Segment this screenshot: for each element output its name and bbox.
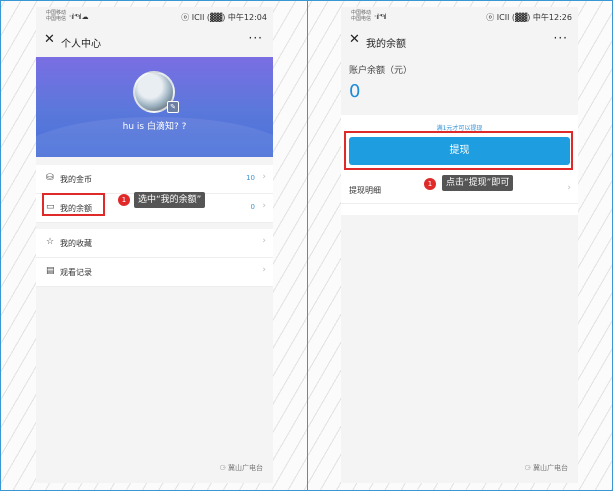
title-bar: ✕ 我的余额 ··· bbox=[341, 27, 578, 57]
page-title: 我的余额 bbox=[366, 39, 406, 50]
signal-icon: ᛫ıl ⁴ᴳıl bbox=[373, 13, 386, 21]
carrier-bottom: 中国电信 bbox=[351, 16, 372, 22]
more-icon[interactable]: ··· bbox=[554, 31, 568, 45]
watermark: ⚆ 冀山广电台 bbox=[524, 464, 568, 472]
watermark: ⚆ 冀山广电台 bbox=[219, 464, 263, 472]
signal-icon: ᛫ıl ⁴ᴳıl ☁ bbox=[68, 13, 89, 21]
highlight-box-balance bbox=[42, 193, 105, 216]
chevron-right-icon: › bbox=[567, 183, 571, 193]
phone-screen-profile: 中国移动 中国电信 ᛫ıl ⁴ᴳıl ☁ ⓞ ICIl (▓▓) 中午12:04… bbox=[36, 7, 273, 483]
edit-avatar-icon[interactable]: ✎ bbox=[167, 101, 179, 113]
page-title: 个人中心 bbox=[61, 39, 101, 50]
balance-panel: 账户余额（元） 0 bbox=[341, 57, 578, 117]
menu-item-label: 我的金币 bbox=[60, 175, 92, 184]
menu-item-label: 我的收藏 bbox=[60, 239, 92, 248]
balance-value: 0 bbox=[349, 81, 361, 102]
menu-item-favorites[interactable]: ☆ 我的收藏 › bbox=[36, 229, 273, 258]
star-icon: ☆ bbox=[46, 237, 55, 247]
instruction-tooltip: 选中“我的余额” bbox=[134, 192, 206, 208]
step-badge: 1 bbox=[118, 194, 130, 206]
chevron-right-icon: › bbox=[262, 201, 266, 211]
tutorial-canvas: 中国移动 中国电信 ᛫ıl ⁴ᴳıl ☁ ⓞ ICIl (▓▓) 中午12:04… bbox=[0, 0, 613, 491]
close-icon[interactable]: ✕ bbox=[44, 33, 55, 47]
more-icon[interactable]: ··· bbox=[249, 31, 263, 45]
menu-item-coins[interactable]: ⛁ 我的金币 10 › bbox=[36, 165, 273, 194]
highlight-box-withdraw bbox=[344, 131, 573, 170]
menu-group-history: ☆ 我的收藏 › ▤ 观看记录 › bbox=[36, 229, 273, 287]
carrier-bottom: 中国电信 bbox=[46, 16, 67, 22]
chevron-right-icon: › bbox=[262, 265, 266, 275]
menu-item-value: 0 bbox=[250, 203, 255, 211]
carrier-labels: 中国移动 中国电信 bbox=[351, 10, 371, 22]
username: hu is 白滴知? ? bbox=[122, 122, 187, 132]
status-right: ⓞ ICIl (▓▓) 中午12:04 bbox=[181, 13, 267, 22]
balance-label: 账户余额（元） bbox=[349, 66, 413, 76]
status-right: ⓞ ICIl (▓▓) 中午12:26 bbox=[486, 13, 572, 22]
phone-screen-balance: 中国移动 中国电信 ᛫ıl ⁴ᴳıl ⓞ ICIl (▓▓) 中午12:26 ✕… bbox=[341, 7, 578, 483]
menu-item-watch-history[interactable]: ▤ 观看记录 › bbox=[36, 258, 273, 287]
coins-icon: ⛁ bbox=[46, 173, 54, 183]
status-bar: 中国移动 中国电信 ᛫ıl ⁴ᴳıl ☁ ⓞ ICIl (▓▓) 中午12:04 bbox=[36, 7, 273, 27]
title-bar: ✕ 个人中心 ··· bbox=[36, 27, 273, 57]
history-icon: ▤ bbox=[46, 266, 55, 276]
withdraw-details-label: 提现明细 bbox=[349, 186, 381, 195]
menu-item-label: 观看记录 bbox=[60, 268, 92, 277]
menu-item-value: 10 bbox=[246, 174, 255, 182]
chevron-right-icon: › bbox=[262, 236, 266, 246]
instruction-tooltip: 点击“提现”即可 bbox=[442, 175, 514, 191]
panel-divider bbox=[307, 1, 308, 490]
profile-banner: ✎ hu is 白滴知? ? bbox=[36, 57, 273, 157]
step-badge: 1 bbox=[424, 178, 436, 190]
carrier-labels: 中国移动 中国电信 bbox=[46, 10, 66, 22]
close-icon[interactable]: ✕ bbox=[349, 33, 360, 47]
status-bar: 中国移动 中国电信 ᛫ıl ⁴ᴳıl ⓞ ICIl (▓▓) 中午12:26 bbox=[341, 7, 578, 27]
chevron-right-icon: › bbox=[262, 172, 266, 182]
